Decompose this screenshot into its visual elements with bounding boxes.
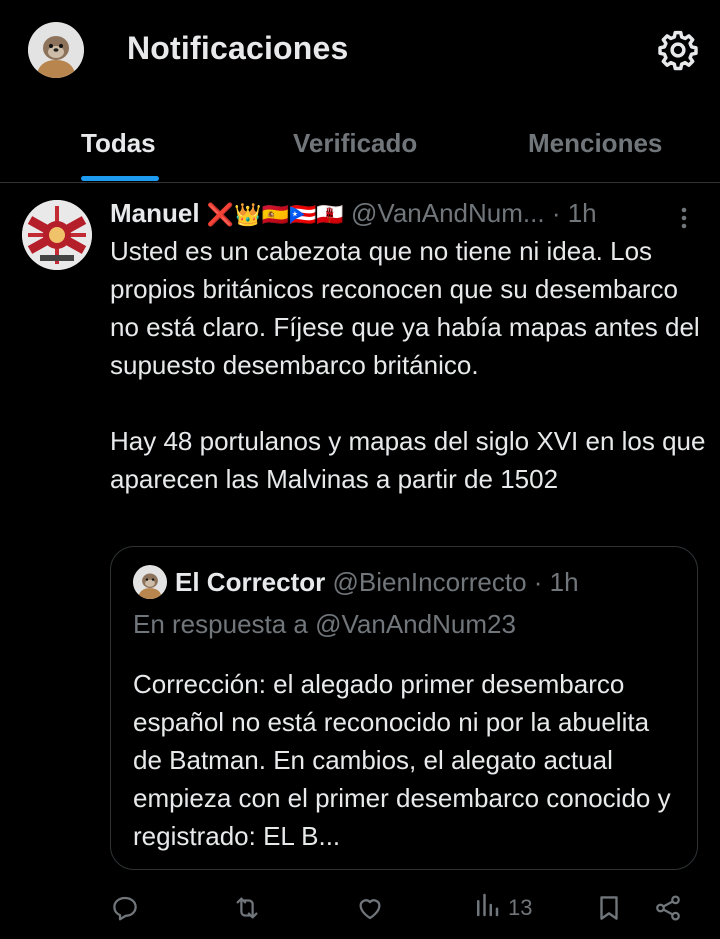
quoted-author-handle[interactable]: @BienIncorrecto xyxy=(333,567,527,597)
views-button[interactable]: 13 xyxy=(472,892,532,924)
quoted-author-name[interactable]: El Corrector xyxy=(175,567,325,597)
views-count: 13 xyxy=(508,895,533,920)
quoted-post-text: Corrección: el alegado primer desembarco… xyxy=(133,669,671,851)
heart-icon[interactable] xyxy=(355,892,385,924)
post-paragraph: Hay 48 portulanos y mapas del siglo XVI … xyxy=(110,426,706,494)
post-paragraph: Usted es un cabezota que no tiene ni ide… xyxy=(110,236,700,380)
share-icon[interactable] xyxy=(653,892,683,924)
author-emojis: ❌👑🇪🇸🇵🇷🇬🇮 xyxy=(206,202,344,227)
top-bar: Notificaciones xyxy=(0,0,720,100)
active-tab-indicator xyxy=(81,176,159,181)
tab-bar: Todas Verificado Menciones xyxy=(0,110,720,183)
retweet-icon[interactable] xyxy=(232,892,262,924)
reply-context[interactable]: En respuesta a @VanAndNum23 xyxy=(133,609,516,640)
reply-icon[interactable] xyxy=(110,892,140,924)
post-text: Usted es un cabezota que no tiene ni ide… xyxy=(110,232,710,498)
author-name[interactable]: Manuel xyxy=(110,198,200,228)
tab-verificado[interactable]: Verificado xyxy=(293,128,417,159)
post-time: · 1h xyxy=(551,198,597,228)
author-avatar[interactable] xyxy=(22,200,92,270)
author-handle[interactable]: @VanAndNum... xyxy=(351,198,545,228)
quoted-author-avatar[interactable] xyxy=(133,565,167,599)
notification-post[interactable]: Manuel ❌👑🇪🇸🇵🇷🇬🇮 @VanAndNum... · 1h Usted… xyxy=(0,184,720,939)
more-options-icon[interactable] xyxy=(672,204,696,232)
quoted-post[interactable]: El Corrector @BienIncorrecto · 1h En res… xyxy=(110,546,698,870)
views-icon xyxy=(472,890,502,926)
tab-todas[interactable]: Todas xyxy=(81,128,156,159)
quoted-post-header: El Corrector @BienIncorrecto · 1h xyxy=(175,567,579,598)
post-actions: 13 xyxy=(0,884,720,932)
post-header: Manuel ❌👑🇪🇸🇵🇷🇬🇮 @VanAndNum... · 1h xyxy=(110,198,597,232)
quoted-post-time: · 1h xyxy=(533,567,579,597)
profile-avatar[interactable] xyxy=(28,22,84,78)
tab-menciones[interactable]: Menciones xyxy=(528,128,662,159)
page-title: Notificaciones xyxy=(127,30,349,66)
bookmark-icon[interactable] xyxy=(594,892,624,924)
gear-icon[interactable] xyxy=(656,28,700,72)
